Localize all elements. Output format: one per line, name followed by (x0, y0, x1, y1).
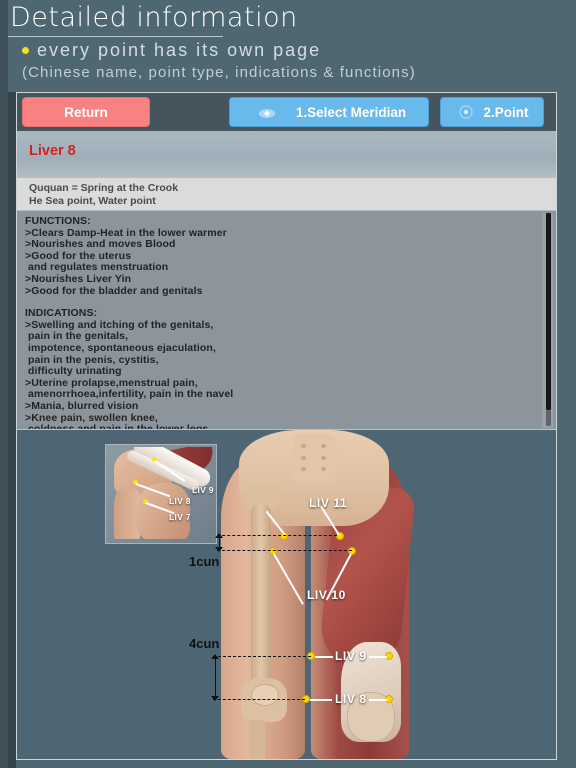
page-header: Detailed information every point has its… (0, 0, 576, 90)
detail-text-area[interactable]: FUNCTIONS: >Clears Damp-Heat in the lowe… (17, 210, 556, 429)
knee-closeup-inset[interactable]: LIV 9 LIV 8 LIV 7 (105, 444, 217, 544)
label-liv11: LIV 11 (309, 496, 348, 510)
left-rail-shadow (8, 92, 16, 768)
indications-line: >Mania, blurred vision (25, 399, 139, 412)
return-button-label: Return (64, 104, 108, 120)
inset-label-liv7: LIV 7 (169, 512, 191, 522)
eye-icon (258, 107, 276, 118)
arrow-4cun-up (211, 654, 219, 659)
functions-line: >Good for the bladder and genitals (25, 284, 203, 297)
functions-line: >Nourishes Liver Yin (25, 272, 132, 285)
arrow-4cun-down (211, 696, 219, 701)
text-spacer (25, 297, 530, 308)
app-window: Return 1.Select Meridian 2.Point Liver 8… (16, 92, 557, 760)
select-meridian-label: 1.Select Meridian (295, 104, 407, 120)
select-meridian-button[interactable]: 1.Select Meridian (229, 97, 429, 127)
inset-label-liv9: LIV 9 (192, 485, 214, 495)
anatomy-image-panel[interactable]: LIV 9 LIV 8 LIV 7 LIV 11 LIV 10 LIV 9 LI… (17, 429, 556, 759)
toolbar: Return 1.Select Meridian 2.Point (17, 93, 556, 131)
arrow-1cun-up (215, 533, 223, 538)
dash-4cun-bottom (213, 699, 305, 700)
lead-liv9-right (369, 656, 387, 658)
left-femur (251, 504, 271, 694)
point-title-band: Liver 8 (17, 131, 556, 178)
sacrum-bone (293, 434, 337, 482)
label-liv10: LIV 10 (307, 588, 346, 602)
point-button[interactable]: 2.Point (440, 97, 544, 127)
anatomy-figure: LIV 9 LIV 8 LIV 7 LIV 11 LIV 10 LIV 9 LI… (17, 430, 556, 759)
inset-calf (136, 483, 190, 539)
bullet-text: every point has its own page (37, 40, 322, 60)
page-title: Detailed information (10, 2, 298, 33)
label-liv8: LIV 8 (335, 692, 367, 706)
point-descriptor-band: Ququan = Spring at the Crook He Sea poin… (17, 178, 556, 210)
target-dot-icon (459, 105, 474, 119)
dash-1cun-bottom (217, 550, 352, 551)
measure-4cun: 4cun (189, 636, 220, 651)
left-rail (0, 0, 8, 768)
lead-liv8-left (310, 699, 332, 701)
point-button-label: 2.Point (483, 104, 529, 120)
left-tibia (249, 720, 265, 759)
patella-bone (251, 684, 279, 706)
indications-heading: INDICATIONS: (25, 307, 98, 320)
arrow-1cun-down (215, 547, 223, 552)
bullet-dot-icon (22, 47, 29, 54)
dash-4cun-top (213, 656, 311, 657)
lead-liv8-right (369, 699, 387, 701)
indications-line: impotence, spontaneous ejaculation, (25, 341, 216, 354)
inset-label-liv8: LIV 8 (169, 496, 191, 506)
point-chinese-name: Ququan = Spring at the Crook (29, 182, 179, 194)
indications-line: difficulty urinating (25, 365, 122, 378)
title-underline (8, 36, 223, 37)
scrollbar-thumb[interactable] (546, 213, 551, 410)
measure-1cun: 1cun (189, 554, 220, 569)
lead-liv9-left (315, 656, 333, 658)
dash-1cun-top (217, 535, 337, 536)
detail-text-content: FUNCTIONS: >Clears Damp-Heat in the lowe… (25, 215, 530, 429)
header-subtitle: (Chinese name, point type, indications &… (22, 64, 416, 81)
return-button[interactable]: Return (22, 97, 150, 127)
app-root: Detailed information every point has its… (0, 0, 576, 768)
label-liv9: LIV 9 (335, 649, 367, 663)
vbar-4cun (215, 658, 216, 699)
scrollbar-thumb-end[interactable] (546, 410, 551, 426)
point-type: He Sea point, Water point (29, 194, 156, 207)
point-title: Liver 8 (29, 143, 76, 159)
bullet-row: every point has its own page (22, 40, 321, 61)
functions-heading: FUNCTIONS: (25, 215, 91, 227)
